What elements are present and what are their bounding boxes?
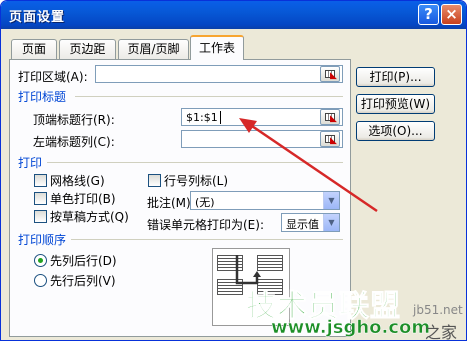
- watermark-tail: 之家: [425, 323, 458, 341]
- watermark-url: www.jsgho.com: [271, 317, 431, 339]
- page-setup-dialog: 页面设置 ? × 页面 页边距 页眉/页脚 工作表 打印区域(A): ◣ 打印标…: [0, 0, 467, 341]
- watermark-site: jb51.net: [413, 303, 463, 317]
- tab-sheet[interactable]: 工作表: [190, 35, 244, 60]
